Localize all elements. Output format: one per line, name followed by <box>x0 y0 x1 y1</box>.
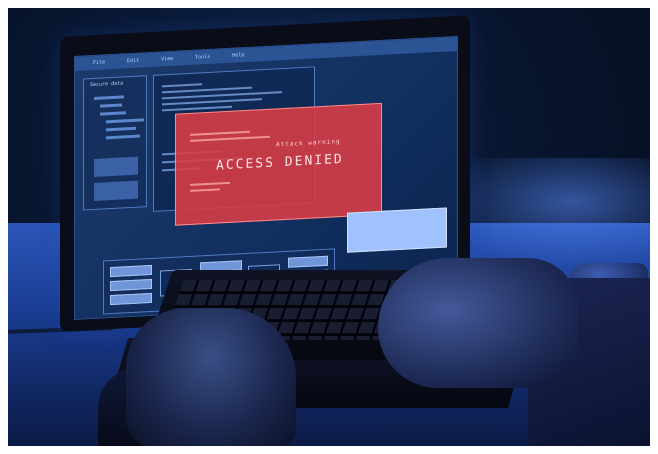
menu-item-edit: Edit <box>127 57 140 65</box>
photo-scene: File Edit View Tools Help Secure data At… <box>8 8 650 446</box>
tree-item <box>100 103 122 108</box>
tree-item <box>100 111 126 116</box>
alert-line <box>190 181 230 186</box>
left-hand <box>126 308 296 446</box>
side-panel: Secure data <box>83 75 147 211</box>
access-denied-alert: Attack warning ACCESS DENIED <box>175 102 382 226</box>
alert-line <box>190 188 220 192</box>
screen-menu-bar: File Edit View Tools Help <box>75 36 457 71</box>
tree-item <box>106 134 140 140</box>
alert-line <box>190 130 250 136</box>
data-block <box>94 156 138 177</box>
code-line <box>162 98 262 106</box>
right-hand <box>378 258 578 388</box>
tree-item <box>106 118 144 124</box>
menu-item-file: File <box>93 59 106 67</box>
status-box <box>347 207 447 253</box>
field <box>110 264 152 278</box>
menu-item-view: View <box>161 55 174 63</box>
alert-title: ACCESS DENIED <box>216 151 344 174</box>
menu-item-help: Help <box>232 52 245 59</box>
menu-item-tools: Tools <box>195 53 211 61</box>
field <box>288 255 328 268</box>
tree-item <box>94 95 124 100</box>
alert-line <box>190 135 270 142</box>
tree-item <box>106 126 136 132</box>
data-block <box>94 180 138 201</box>
field <box>110 292 152 306</box>
side-panel-title: Secure data <box>90 80 124 89</box>
alert-caption: Attack warning <box>276 138 341 149</box>
code-line <box>162 83 202 88</box>
field <box>110 278 152 292</box>
